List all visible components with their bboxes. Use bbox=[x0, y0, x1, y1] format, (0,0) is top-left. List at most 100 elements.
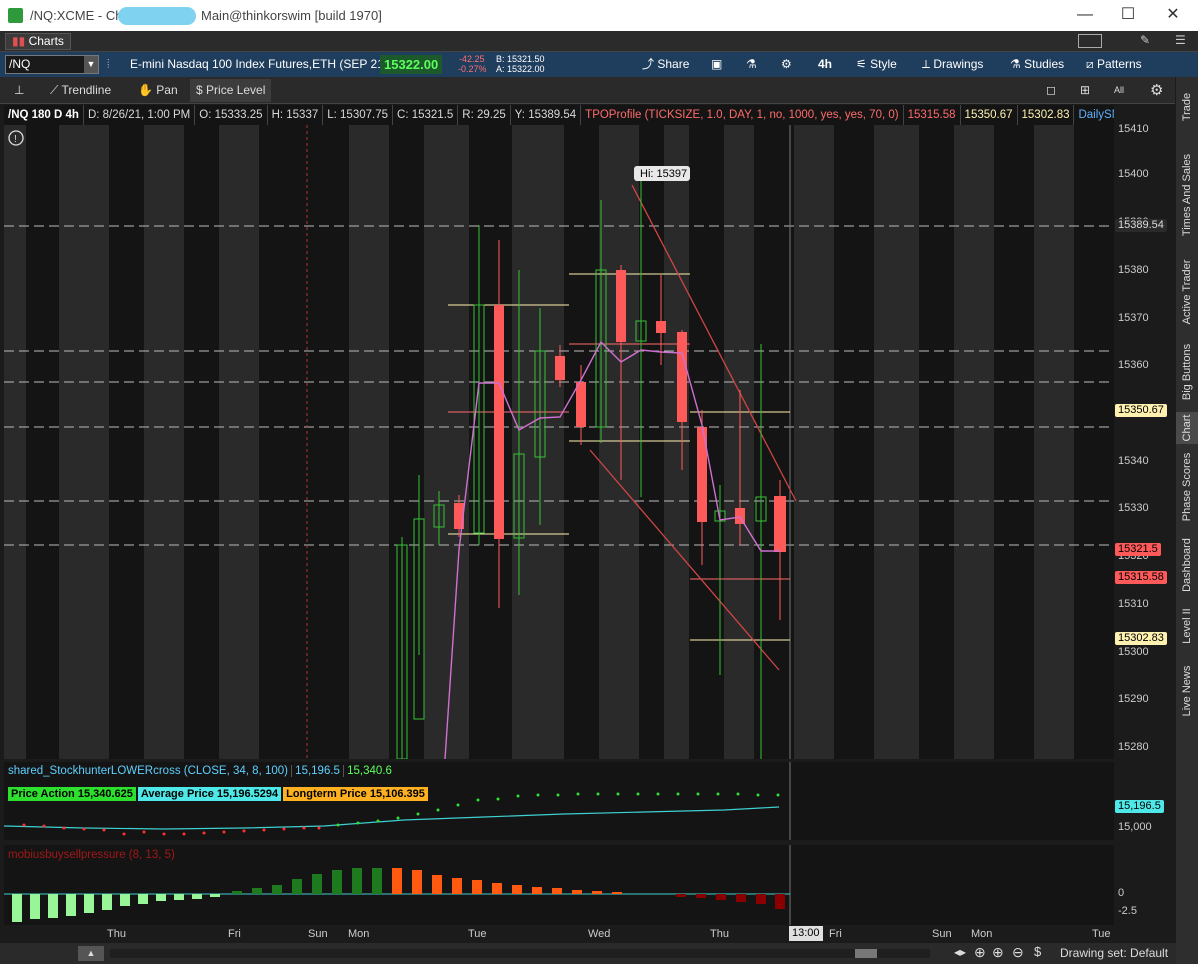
tab-charts-label: Charts bbox=[28, 34, 64, 48]
chart-settings-gear-icon[interactable]: ⚙ bbox=[1144, 79, 1169, 102]
trendline-tool[interactable]: ⟋ Trendline bbox=[44, 79, 117, 102]
side-tab-label: Level II bbox=[1181, 608, 1193, 644]
aggregation-button[interactable]: 4h bbox=[818, 52, 832, 77]
window-title: /NQ:XCME - Cha bbox=[30, 8, 130, 23]
bid-price: B: 15321.50 bbox=[496, 54, 545, 64]
side-tab[interactable]: Phase Scores bbox=[1176, 444, 1198, 529]
side-tab-label: Trade bbox=[1181, 92, 1193, 122]
symbol-dropdown-icon[interactable]: ▼ bbox=[84, 56, 98, 73]
hi-label: Hi: 15397 bbox=[640, 168, 687, 180]
single-layout-icon[interactable]: ◻ bbox=[1040, 79, 1062, 102]
time-axis-label: Sun bbox=[308, 928, 328, 940]
price-axis-tick: 15290 bbox=[1118, 693, 1149, 705]
style-label: Style bbox=[870, 57, 897, 71]
all-icon[interactable]: All bbox=[1108, 79, 1130, 102]
grid-layout-icon[interactable]: ⊞ bbox=[1074, 79, 1096, 102]
price-tag: 15321.5 bbox=[1115, 543, 1161, 556]
time-axis[interactable]: Thu Fri Sun Mon Tue Wed Thu Fri Sun Mon Tue 13:00 bbox=[4, 925, 1176, 943]
info-low: L: 15307.75 bbox=[323, 105, 394, 125]
study2-axis-tick-0: 0 bbox=[1118, 887, 1125, 899]
price-axis-tick: 15340 bbox=[1118, 455, 1149, 467]
side-tab-label: Phase Scores bbox=[1181, 452, 1193, 521]
study1-axis-tag: 15,196.5 bbox=[1115, 800, 1164, 813]
drawing-set-label[interactable]: Drawing set: Default bbox=[1060, 946, 1168, 960]
pan-label: Pan bbox=[156, 83, 178, 97]
link-icon[interactable]: ⦙ bbox=[107, 52, 110, 77]
scrollbar-thumb[interactable] bbox=[855, 949, 877, 958]
tab-charts[interactable]: ▮▮ Charts bbox=[5, 33, 71, 50]
info-tpo-v2: 15350.67 bbox=[961, 105, 1018, 125]
study-pane-mobius[interactable]: mobiusbuysellpressure (8, 13, 5) bbox=[4, 845, 1114, 925]
style-icon: ⚟ bbox=[856, 57, 867, 71]
drawings-label: Drawings bbox=[933, 57, 984, 71]
last-price: 15322.00 bbox=[380, 55, 443, 74]
study1-axis-tick: 15,000 bbox=[1118, 821, 1152, 833]
tab-row: ▮▮ Charts ✎ ☰ bbox=[0, 31, 1198, 52]
price-level-tool[interactable]: $ Price Level bbox=[190, 79, 272, 102]
patterns-button[interactable]: ⧄ Patterns bbox=[1086, 52, 1142, 77]
time-axis-label: Mon bbox=[971, 928, 993, 940]
chart-info-bar: /NQ 180 D 4h D: 8/26/21, 1:00 PM O: 15333.… bbox=[4, 105, 1114, 125]
zoom-out-icon[interactable]: ⊖ bbox=[1012, 944, 1024, 961]
window-title-suffix: Main@thinkorswim [build 1970] bbox=[201, 8, 382, 23]
side-tab-label: Dashboard bbox=[1181, 538, 1193, 592]
chart-bars-icon: ▮▮ bbox=[12, 34, 26, 48]
pin-icon[interactable]: ✎ bbox=[1140, 33, 1150, 47]
side-tab[interactable]: Live News bbox=[1176, 651, 1198, 731]
time-axis-tag: 13:00 bbox=[789, 926, 823, 941]
share-button[interactable]: ⤴ Share bbox=[642, 52, 689, 77]
time-axis-label: Mon bbox=[348, 928, 370, 940]
studies-button[interactable]: ⚗ Studies bbox=[1010, 52, 1064, 77]
time-axis-label: Fri bbox=[228, 928, 241, 940]
price-chart[interactable]: Hi: 15397 ! bbox=[4, 125, 1114, 759]
expand-up-icon[interactable]: ▲ bbox=[78, 946, 104, 961]
info-sma: DailySMA ... bbox=[1074, 105, 1114, 125]
ask-price: A: 15322.00 bbox=[496, 64, 545, 74]
side-tab[interactable]: Trade bbox=[1176, 77, 1198, 137]
trendline-label: Trendline bbox=[61, 83, 112, 97]
drawings-button[interactable]: ⟂ Drawings bbox=[922, 52, 983, 77]
side-tab[interactable]: Level II bbox=[1176, 601, 1198, 651]
price-axis-tick: 15360 bbox=[1118, 359, 1149, 371]
trendline-icon: ⟋ bbox=[50, 83, 59, 97]
maximize-button[interactable]: ☐ bbox=[1113, 4, 1143, 26]
style-button[interactable]: ⚟ Style bbox=[856, 52, 897, 77]
side-tab[interactable]: Times And Sales bbox=[1176, 137, 1198, 252]
study1-axis[interactable]: 15,196.5 15,000 bbox=[1114, 762, 1176, 840]
close-button[interactable]: ✕ bbox=[1158, 4, 1188, 26]
flask-icon[interactable]: ⚗ bbox=[746, 52, 757, 77]
price-zoom-icon[interactable]: $ bbox=[1034, 944, 1041, 959]
drawing-toolbar: ⊥ ⟋ Trendline ✋ Pan $ Price Level ◻ ⊞ Al… bbox=[0, 77, 1175, 104]
settings-gear-icon[interactable]: ⚙ bbox=[781, 52, 792, 77]
side-tab[interactable]: Active Trader bbox=[1176, 252, 1198, 332]
price-axis[interactable]: 1541015400153901538015370153601535015340… bbox=[1114, 123, 1176, 759]
zoom-in-icon[interactable]: ⊕ bbox=[992, 944, 1004, 961]
notes-icon[interactable]: ▣ bbox=[711, 52, 722, 77]
tab-menu-icon[interactable]: ☰ bbox=[1175, 33, 1186, 47]
info-high: H: 15337 bbox=[268, 105, 324, 125]
crosshair-icon[interactable]: ⊕ bbox=[974, 944, 986, 961]
side-tab[interactable]: Chart bbox=[1176, 412, 1198, 444]
info-open: O: 15333.25 bbox=[195, 105, 268, 125]
price-axis-tick: 15370 bbox=[1118, 312, 1149, 324]
study-pane-stockhunter[interactable]: shared_StockhunterLOWERcross (CLOSE, 34,… bbox=[4, 762, 1114, 840]
side-tab[interactable]: Dashboard bbox=[1176, 529, 1198, 601]
patterns-label: Patterns bbox=[1096, 57, 1142, 71]
price-axis-tick: 15380 bbox=[1118, 264, 1149, 276]
minimize-button[interactable]: — bbox=[1070, 4, 1100, 26]
time-axis-label: Fri bbox=[829, 928, 842, 940]
price-axis-tick: 15410 bbox=[1118, 123, 1149, 135]
pan-tool[interactable]: ✋ Pan bbox=[132, 79, 184, 102]
side-tab[interactable]: Big Buttons bbox=[1176, 332, 1198, 412]
layout-icon[interactable] bbox=[1078, 34, 1102, 48]
time-axis-label: Thu bbox=[107, 928, 126, 940]
net-change-pct: -0.27% bbox=[458, 64, 487, 74]
pin-tool-icon[interactable]: ⊥ bbox=[8, 79, 30, 102]
scroll-arrows-icon[interactable]: ◂▸ bbox=[954, 945, 966, 959]
horizontal-scrollbar[interactable] bbox=[110, 949, 930, 958]
side-tab-label: Active Trader bbox=[1181, 259, 1193, 325]
price-chart-svg: Hi: 15397 ! bbox=[4, 125, 1114, 759]
session-shading bbox=[4, 125, 1074, 759]
info-close: C: 15321.5 bbox=[393, 105, 459, 125]
study2-axis[interactable]: 0 -2.5 bbox=[1114, 845, 1176, 925]
